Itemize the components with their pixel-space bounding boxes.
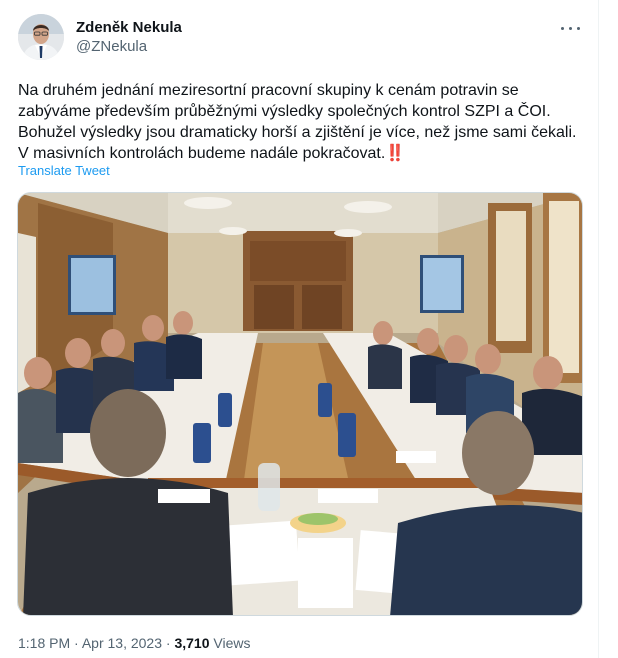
column-divider [598,0,599,658]
author-handle[interactable]: @ZNekula [76,37,182,57]
translate-tweet-link[interactable]: Translate Tweet [18,163,110,179]
avatar[interactable] [18,14,64,60]
views-count: 3,710 [174,635,210,651]
tweet-header: Zdeněk Nekula @ZNekula [18,14,586,64]
meta-separator: · [165,635,171,651]
author-display-name[interactable]: Zdeněk Nekula [76,19,182,37]
tweet-photo[interactable] [17,192,583,616]
tweet-date[interactable]: Apr 13, 2023 [82,635,162,651]
tweet-time[interactable]: 1:18 PM [18,635,70,651]
tweet-text: Na druhém jednání meziresortní pracovní … [18,80,580,164]
tweet-body: Na druhém jednání meziresortní pracovní … [18,82,577,162]
tweet[interactable]: Zdeněk Nekula @ZNekula Na druhém jednání… [0,0,598,658]
tweet-meta: 1:18 PM · Apr 13, 2023 · 3,710 Views [18,634,250,652]
views-label: Views [213,635,251,651]
more-dots-icon[interactable] [558,18,584,38]
double-exclamation-emoji: ‼️ [385,145,405,162]
author-names: Zdeněk Nekula @ZNekula [76,19,182,57]
meta-separator: · [74,635,79,651]
page: Zdeněk Nekula @ZNekula Na druhém jednání… [0,0,618,658]
